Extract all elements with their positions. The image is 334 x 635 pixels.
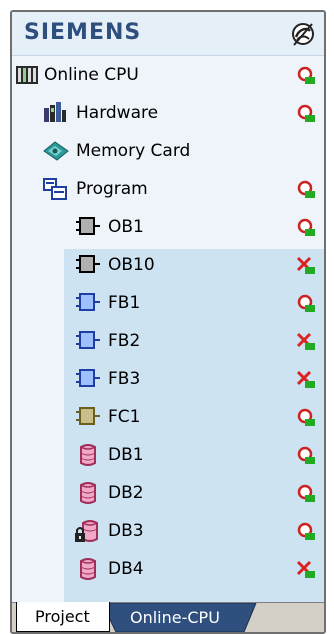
tree-item-label: FB3	[108, 369, 141, 389]
tree-item-label: DB4	[108, 559, 144, 579]
tree-item-label: Memory Card	[76, 141, 191, 161]
tree-item-label: FB2	[108, 331, 141, 351]
db-block-icon	[80, 444, 96, 466]
tree-item-label: DB3	[108, 521, 144, 541]
tree-item-block[interactable]: OB10	[12, 246, 324, 284]
status-ok-icon	[297, 446, 315, 464]
memory-card-icon	[43, 141, 69, 161]
db-block-icon	[80, 558, 96, 580]
db-block-icon	[80, 482, 96, 504]
tree-item-program[interactable]: Program	[12, 170, 324, 208]
tree-item-block[interactable]: FB3	[12, 360, 324, 398]
status-ok-icon	[297, 294, 315, 312]
tree-item-label: DB2	[108, 483, 144, 503]
tree-item-label: DB1	[108, 445, 144, 465]
brand-logo: SIEMENS	[24, 20, 142, 45]
fb-block-icon	[76, 331, 100, 349]
project-tree-panel: SIEMENS Online CPU Hardware Memory Card …	[10, 10, 326, 634]
status-error-icon	[296, 256, 315, 274]
fc-block-icon	[76, 407, 100, 425]
program-icon	[43, 178, 67, 200]
tree-item-block[interactable]: FB1	[12, 284, 324, 322]
status-ok-icon	[297, 104, 315, 122]
tab-project[interactable]: Project	[16, 602, 110, 632]
tree-item-label: Program	[76, 179, 148, 199]
tree-item-online-cpu[interactable]: Online CPU	[12, 56, 324, 94]
tree-item-label: Online CPU	[44, 65, 139, 85]
status-ok-icon	[297, 522, 315, 540]
fb-block-icon	[76, 369, 100, 387]
hardware-icon	[44, 102, 66, 122]
ob-block-icon	[76, 217, 100, 235]
tree-item-block[interactable]: FC1	[12, 398, 324, 436]
tree-item-block[interactable]: DB3	[12, 512, 324, 550]
tree-item-block[interactable]: DB1	[12, 436, 324, 474]
tree-item-hardware[interactable]: Hardware	[12, 94, 324, 132]
status-ok-icon	[297, 66, 315, 84]
tab-bar: Online-CPU Project	[12, 602, 324, 632]
status-ok-icon	[297, 484, 315, 502]
db-block-locked-icon	[75, 520, 98, 542]
tree-item-label: OB1	[108, 217, 144, 237]
status-error-icon	[296, 370, 315, 388]
fb-block-icon	[76, 293, 100, 311]
tab-project-label: Project	[35, 607, 90, 626]
tree-item-label: FB1	[108, 293, 141, 313]
tree-item-label: OB10	[108, 255, 155, 275]
tree-item-label: Hardware	[76, 103, 159, 123]
connection-icon[interactable]	[290, 21, 316, 47]
status-error-icon	[296, 332, 315, 350]
tree-item-block[interactable]: OB1	[12, 208, 324, 246]
tree-item-block[interactable]: DB4	[12, 550, 324, 588]
tree-item-block[interactable]: DB2	[12, 474, 324, 512]
project-tree: Online CPU Hardware Memory Card Program …	[12, 56, 324, 632]
ob-block-icon	[76, 255, 100, 273]
brand-header: SIEMENS	[12, 12, 324, 56]
status-error-icon	[296, 560, 315, 578]
tree-item-label: FC1	[108, 407, 141, 427]
tree-item-block[interactable]: FB2	[12, 322, 324, 360]
status-ok-icon	[297, 408, 315, 426]
tab-online-cpu[interactable]: Online-CPU	[106, 603, 256, 632]
tree-item-memory-card[interactable]: Memory Card	[12, 132, 324, 170]
cpu-icon	[16, 66, 38, 84]
status-ok-icon	[297, 180, 315, 198]
tab-online-cpu-label: Online-CPU	[130, 608, 220, 627]
status-ok-icon	[297, 218, 315, 236]
